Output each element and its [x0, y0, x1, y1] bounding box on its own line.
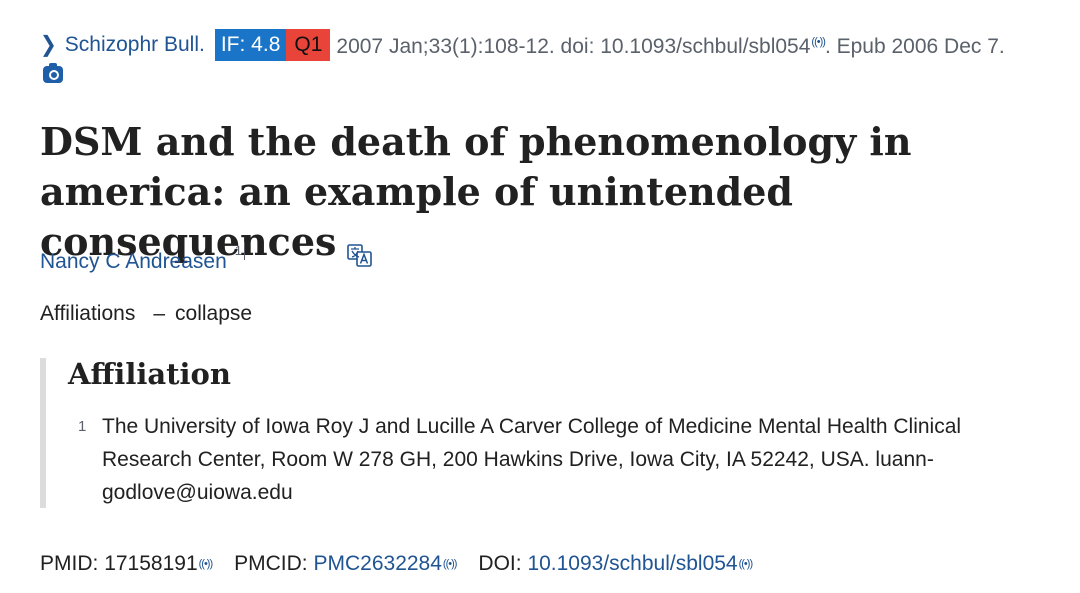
impact-factor-badge: IF: 4.8	[214, 28, 287, 61]
article-title-text: DSM and the death of phenomenology in am…	[40, 119, 912, 264]
affiliations-toggle: Affiliations – collapse	[40, 298, 252, 330]
affiliations-label: Affiliations	[40, 302, 136, 325]
citation-details-text: 2007 Jan;33(1):108-12. doi: 10.1093/schb…	[336, 35, 811, 58]
author-link[interactable]: Nancy C Andreasen	[40, 246, 227, 278]
pmid-value: 17158191	[104, 552, 198, 575]
affiliation-number: 1	[78, 418, 87, 435]
doi-link[interactable]: 10.1093/schbul/sbl054	[527, 548, 737, 580]
affiliation-heading: Affiliation	[68, 357, 231, 391]
quartile-badge: Q1	[286, 28, 331, 61]
signal-wave-icon[interactable]: ((•))	[739, 548, 753, 580]
doi-label: DOI:	[478, 552, 522, 575]
affiliation-panel: Affiliation 1 The University of Iowa Roy…	[40, 358, 1046, 508]
collapse-button[interactable]: collapse	[175, 298, 252, 330]
author-list: Nancy C Andreasen 1	[40, 242, 246, 278]
citation-epub: . Epub 2006 Dec 7.	[824, 35, 1005, 58]
journal-link[interactable]: Schizophr Bull.	[65, 29, 205, 61]
chevron-right-icon[interactable]: ❯	[40, 27, 57, 62]
signal-wave-icon[interactable]: ((•))	[811, 36, 825, 48]
camera-icon[interactable]	[43, 63, 63, 83]
identifiers-line: PMID: 17158191 ((•)) PMCID: PMC2632284 ((•…	[40, 548, 753, 580]
signal-wave-icon[interactable]: ((•))	[199, 548, 213, 580]
citation-line: ❯ Schizophr Bull. IF: 4.8 Q1 2007 Jan;33…	[40, 26, 1005, 63]
pmcid-link[interactable]: PMC2632284	[313, 548, 441, 580]
affiliation-text: The University of Iowa Roy J and Lucille…	[102, 415, 962, 504]
translate-icon[interactable]	[346, 232, 374, 267]
pmid-label: PMID:	[40, 552, 99, 575]
citation-details: 2007 Jan;33(1):108-12. doi: 10.1093/schb…	[336, 26, 1004, 63]
article-title: DSM and the death of phenomenology in am…	[40, 117, 1070, 267]
signal-wave-icon[interactable]: ((•))	[443, 548, 457, 580]
author-affiliation-ref[interactable]: 1	[235, 242, 246, 260]
pmcid-label: PMCID:	[234, 552, 308, 575]
collapse-dash-icon[interactable]: –	[153, 298, 165, 330]
